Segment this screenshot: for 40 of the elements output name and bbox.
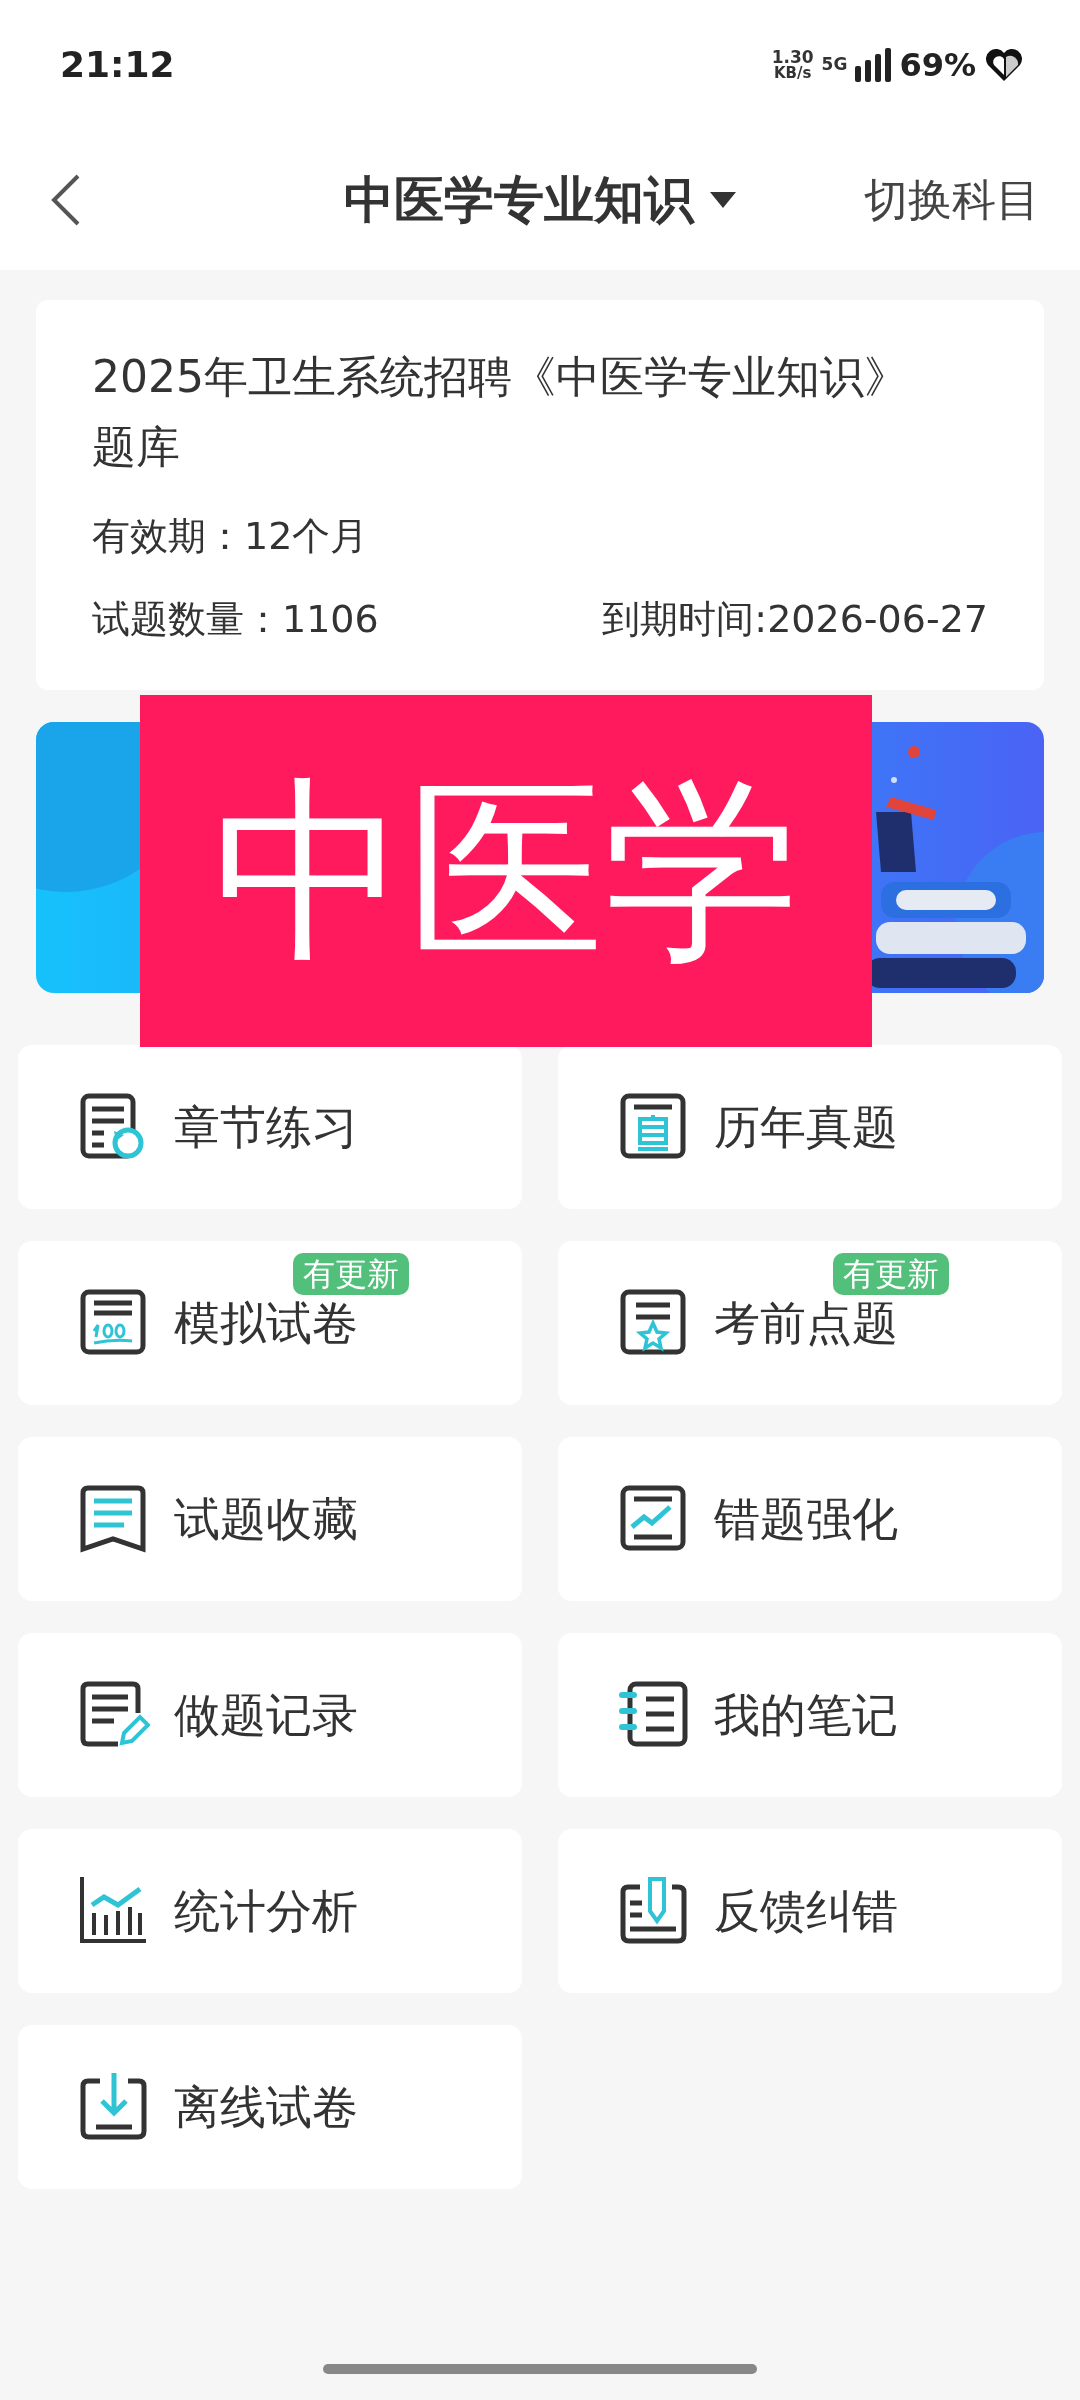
title-overlay: 中医学: [140, 695, 872, 1047]
tile-label: 章节练习: [174, 1098, 358, 1156]
menu-tile[interactable]: 做题记录: [18, 1633, 522, 1797]
menu-tile[interactable]: 试题收藏: [18, 1437, 522, 1601]
menu-tile[interactable]: 反馈纠错: [558, 1829, 1062, 1993]
expiry-date: 到期时间:2026-06-27: [602, 596, 988, 643]
tile-label: 反馈纠错: [714, 1882, 898, 1940]
update-tag: 有更新: [293, 1253, 409, 1296]
tile-label: 做题记录: [174, 1686, 358, 1744]
tile-label: 历年真题: [714, 1098, 898, 1156]
menu-tile[interactable]: 错题强化: [558, 1437, 1062, 1601]
menu-tile[interactable]: 有更新 考前点题: [558, 1241, 1062, 1405]
tile-label: 考前点题: [714, 1294, 898, 1352]
menu-tile[interactable]: 历年真题: [558, 1045, 1062, 1209]
menu-tile[interactable]: 统计分析: [18, 1829, 522, 1993]
download-icon: [78, 2071, 150, 2143]
tile-label: 离线试卷: [174, 2078, 358, 2136]
battery-level: 69%: [899, 45, 976, 86]
status-time: 21:12: [60, 43, 175, 87]
heart-icon: [984, 47, 1024, 83]
signal-icon: [855, 48, 892, 82]
question-count: 试题数量：1106: [92, 596, 379, 643]
tile-label: 我的笔记: [714, 1686, 898, 1744]
network-speed: 1.30 KB/s: [771, 49, 814, 81]
tile-label: 错题强化: [714, 1490, 898, 1548]
menu-tile[interactable]: 我的笔记: [558, 1633, 1062, 1797]
menu-tile[interactable]: 章节练习: [18, 1045, 522, 1209]
dropdown-caret-icon[interactable]: [710, 192, 736, 208]
subject-title[interactable]: 中医学专业知识: [344, 162, 694, 238]
bank-title: 2025年卫生系统招聘《中医学专业知识》题库: [92, 350, 909, 474]
tile-label: 统计分析: [174, 1882, 358, 1940]
validity-text: 有效期：12个月: [92, 513, 370, 560]
tile-label: 模拟试卷: [174, 1294, 358, 1352]
switch-subject-link[interactable]: 切换科目: [864, 167, 1040, 233]
menu-tile[interactable]: 有更新 模拟试卷: [18, 1241, 522, 1405]
network-type: 5G: [821, 53, 848, 77]
menu-tile[interactable]: 离线试卷: [18, 2025, 522, 2189]
update-tag: 有更新: [833, 1253, 949, 1296]
pen-document-icon: [618, 1875, 690, 1947]
tile-label: 试题收藏: [174, 1490, 358, 1548]
